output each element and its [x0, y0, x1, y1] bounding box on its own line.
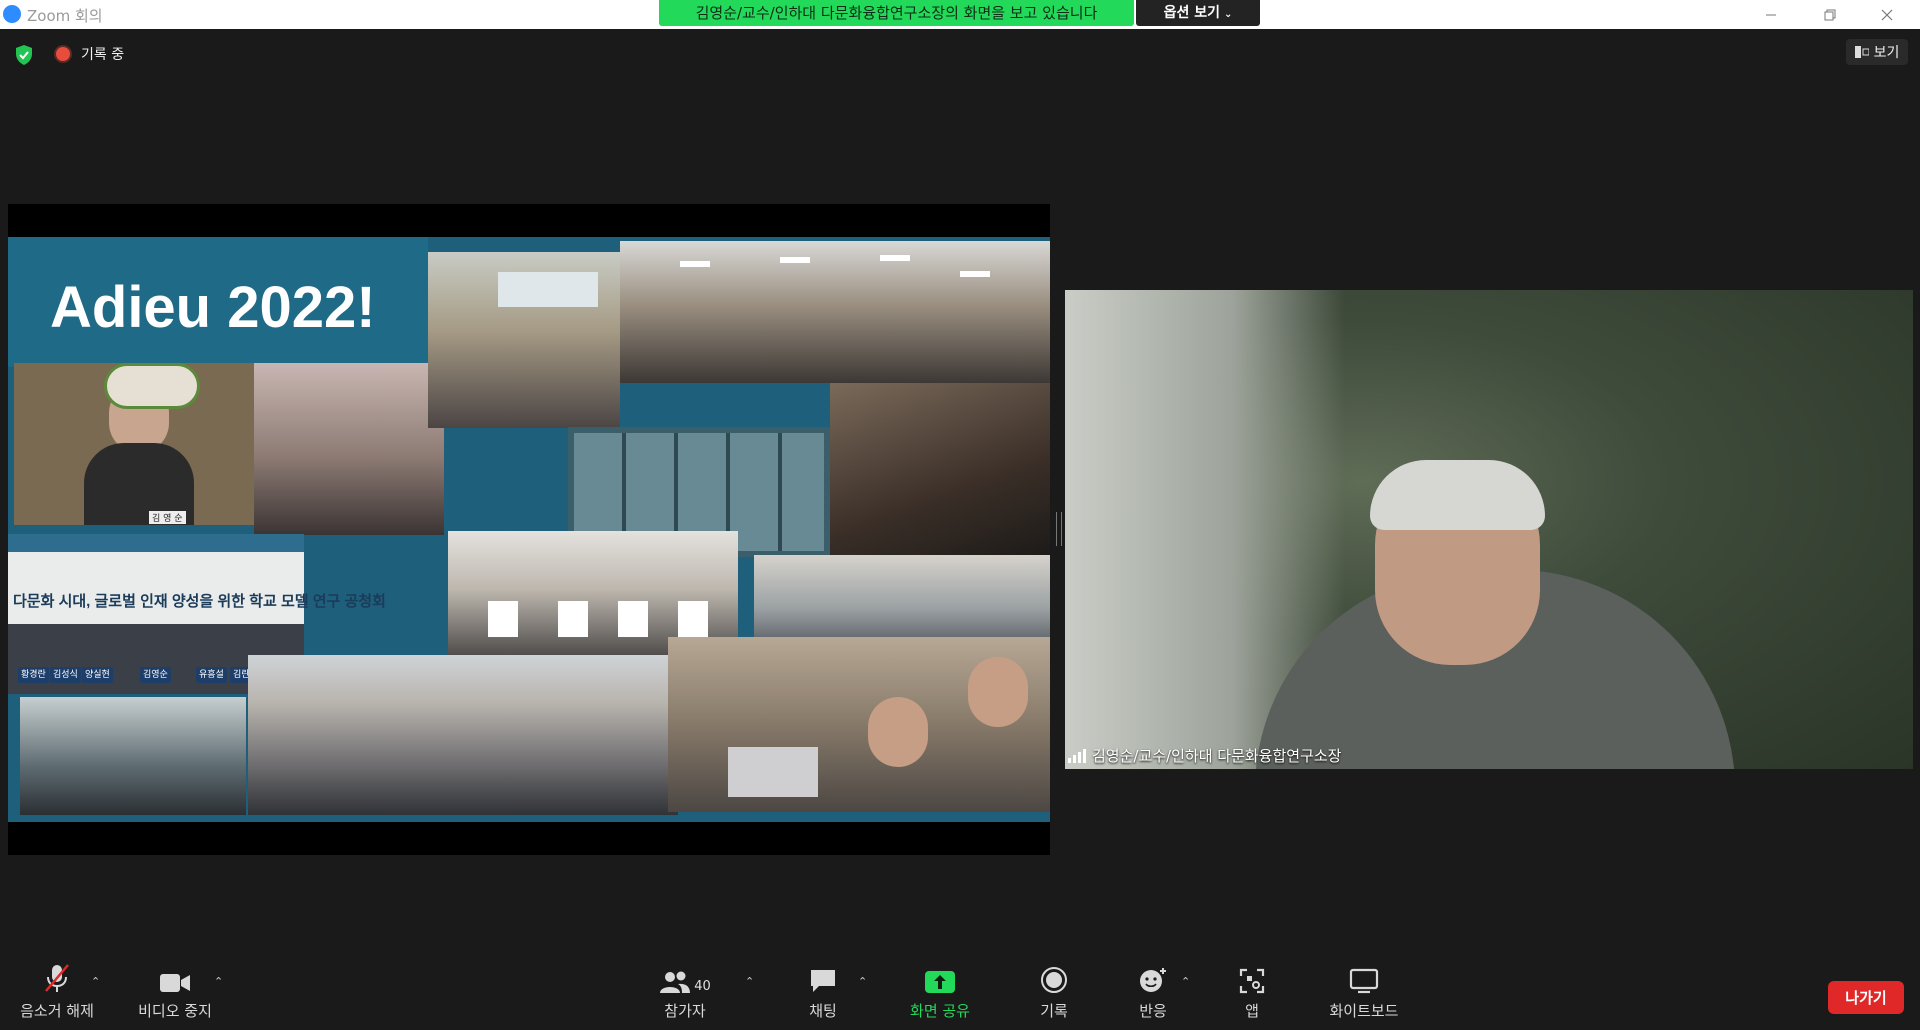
shared-screen[interactable]: Adieu 2022! 김 영 순 다문화 시대, 글로벌 인재 양성을 위한 … — [8, 204, 1050, 855]
stop-video-label: 비디오 중지 — [138, 1002, 212, 1020]
apps-button[interactable]: 앱 — [1237, 960, 1267, 1030]
collage-photo-flowers — [830, 383, 1050, 558]
minimize-button[interactable] — [1748, 0, 1794, 29]
collage-photo-group-small — [20, 697, 246, 815]
reactions-options-chevron-icon[interactable]: ⌃ — [1181, 975, 1190, 988]
view-button[interactable]: 보기 — [1846, 39, 1908, 65]
nameplate: 유흥설 — [196, 667, 227, 683]
nameplate: 양실현 — [82, 667, 113, 683]
share-screen-button[interactable]: 화면 공유 — [903, 960, 977, 1030]
restore-button[interactable] — [1807, 0, 1853, 29]
screen-share-banner: 김영순/교수/인하대 다문화융합연구소장의 화면을 보고 있습니다 — [659, 0, 1134, 26]
video-options-chevron-icon[interactable]: ⌃ — [214, 975, 223, 988]
nameplate: 김성식 — [50, 667, 81, 683]
reactions-button[interactable]: 반응 — [1133, 960, 1173, 1030]
recording-indicator-icon[interactable] — [56, 47, 70, 61]
microphone-muted-icon — [45, 964, 69, 992]
window-title: Zoom 회의 — [27, 7, 103, 25]
security-shield-icon[interactable] — [13, 44, 35, 66]
chat-label: 채팅 — [809, 1002, 837, 1020]
participants-label: 참가자 — [664, 1002, 706, 1020]
view-options-label: 옵션 보기 — [1163, 5, 1220, 21]
apps-label: 앱 — [1245, 1002, 1259, 1020]
participants-options-chevron-icon[interactable]: ⌃ — [745, 975, 754, 988]
leave-meeting-button[interactable]: 나가기 — [1828, 981, 1904, 1014]
chat-options-chevron-icon[interactable]: ⌃ — [858, 975, 867, 988]
chevron-down-icon: ⌄ — [1224, 9, 1233, 20]
recording-status[interactable]: 기록 중 — [81, 44, 124, 64]
view-options-button[interactable]: 옵션 보기 ⌄ — [1136, 0, 1260, 26]
share-screen-label: 화면 공유 — [910, 1002, 970, 1020]
view-layout-icon — [1854, 46, 1869, 58]
participants-count: 40 — [694, 979, 711, 994]
stop-video-button[interactable]: 비디오 중지 — [130, 960, 220, 1030]
collage-photo-meeting-room — [254, 363, 444, 535]
zoom-logo-icon — [3, 5, 21, 23]
apps-icon — [1239, 968, 1265, 994]
reaction-emoji-icon — [1140, 968, 1166, 992]
slide-title: Adieu 2022! — [50, 275, 376, 340]
speaker-name: 김영순/교수/인하대 다문화융합연구소장 — [1092, 747, 1342, 765]
participants-icon — [660, 971, 691, 993]
record-label: 기록 — [1040, 1002, 1068, 1020]
minimize-icon — [1766, 14, 1776, 15]
conference-banner-text: 다문화 시대, 글로벌 인재 양성을 위한 학교 모델 연구 공청회 — [13, 593, 386, 610]
window-title-bar: Zoom 회의 김영순/교수/인하대 다문화융합연구소장의 화면을 보고 있습니… — [0, 0, 1920, 29]
record-button[interactable]: 기록 — [1034, 960, 1074, 1030]
nameplate: 김영순 — [140, 667, 171, 683]
video-camera-icon — [160, 974, 190, 992]
close-button[interactable] — [1864, 0, 1910, 29]
speaker-name-label: 김영순/교수/인하대 다문화융합연구소장 — [1068, 745, 1341, 766]
unmute-button[interactable]: 음소거 해제 — [14, 960, 100, 1030]
whiteboard-icon — [1349, 968, 1379, 994]
meeting-toolbar: 음소거 해제 ⌃ 비디오 중지 ⌃ 40 참가자 ⌃ 채팅 ⌃ 화면 공유 기록… — [0, 960, 1920, 1030]
audio-options-chevron-icon[interactable]: ⌃ — [91, 975, 100, 988]
split-view-handle[interactable] — [1056, 512, 1062, 546]
record-icon — [1041, 967, 1067, 993]
restore-icon — [1824, 9, 1836, 20]
collage-photo-large-group — [248, 655, 678, 815]
participants-button[interactable]: 40 참가자 — [655, 960, 715, 1030]
whiteboard-label: 화이트보드 — [1329, 1002, 1399, 1020]
presentation-slide: Adieu 2022! 김 영 순 다문화 시대, 글로벌 인재 양성을 위한 … — [8, 237, 1050, 822]
collage-photo-lecture-hall — [620, 241, 1050, 383]
whiteboard-button[interactable]: 화이트보드 — [1325, 960, 1403, 1030]
collage-photo-speaker: 김 영 순 — [14, 363, 254, 525]
close-icon — [1881, 9, 1893, 20]
unmute-label: 음소거 해제 — [20, 1002, 94, 1020]
nameplate: 황경란 — [18, 667, 49, 683]
chat-button[interactable]: 채팅 — [803, 960, 843, 1030]
chat-bubble-icon — [811, 970, 835, 992]
collage-photo-interview — [668, 637, 1050, 812]
share-screen-icon — [925, 971, 955, 993]
collage-photo-classroom — [428, 252, 620, 428]
name-tag: 김 영 순 — [149, 511, 186, 524]
signal-strength-icon — [1068, 748, 1086, 763]
speaker-video[interactable] — [1065, 290, 1913, 769]
view-button-label: 보기 — [1873, 45, 1900, 61]
reactions-label: 반응 — [1139, 1002, 1167, 1020]
